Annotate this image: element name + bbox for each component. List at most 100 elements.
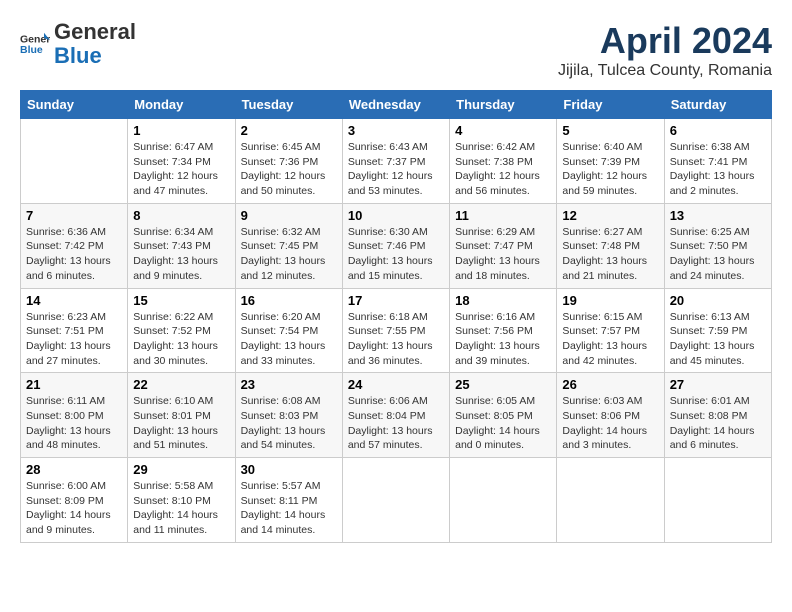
calendar-cell: 1Sunrise: 6:47 AM Sunset: 7:34 PM Daylig… (128, 119, 235, 204)
day-number: 19 (562, 293, 658, 308)
calendar-cell: 18 Sunrise: 6:16 AM Sunset: 7:56 PM Dayli… (450, 288, 557, 373)
day-detail: Sunrise: 6:45 AM Sunset: 7:36 PM Dayligh… (241, 140, 337, 199)
calendar-cell: 14Sunrise: 6:23 AM Sunset: 7:51 PM Dayli… (21, 288, 128, 373)
calendar-body: 1Sunrise: 6:47 AM Sunset: 7:34 PM Daylig… (21, 119, 772, 543)
day-number: 22 (133, 377, 229, 392)
day-detail: Sunrise: 6:22 AM Sunset: 7:52 PM Dayligh… (133, 310, 229, 369)
calendar-week-2: 7 Sunrise: 6:36 AM Sunset: 7:42 PM Daylig… (21, 203, 772, 288)
day-detail: Sunrise: 6:23 AM Sunset: 7:51 PM Dayligh… (26, 310, 122, 369)
calendar-cell: 20 Sunrise: 6:13 AM Sunset: 7:59 PM Dayli… (664, 288, 771, 373)
calendar-cell: 30Sunrise: 5:57 AM Sunset: 8:11 PM Dayli… (235, 458, 342, 543)
location: Jijila, Tulcea County, Romania (558, 62, 772, 80)
calendar-cell: 10 Sunrise: 6:30 AM Sunset: 7:46 PM Dayli… (342, 203, 449, 288)
calendar-cell: 2 Sunrise: 6:45 AM Sunset: 7:36 PM Daylig… (235, 119, 342, 204)
logo-icon: General Blue (20, 29, 50, 59)
day-number: 23 (241, 377, 337, 392)
calendar-cell: 24 Sunrise: 6:06 AM Sunset: 8:04 PM Dayli… (342, 373, 449, 458)
logo-blue-text: Blue (54, 43, 102, 68)
logo: General Blue General Blue (20, 20, 136, 68)
logo-general-text: General (54, 19, 136, 44)
day-number: 27 (670, 377, 766, 392)
day-number: 10 (348, 208, 444, 223)
day-detail: Sunrise: 6:36 AM Sunset: 7:42 PM Dayligh… (26, 225, 122, 284)
calendar-week-4: 21Sunrise: 6:11 AM Sunset: 8:00 PM Dayli… (21, 373, 772, 458)
calendar-cell: 13 Sunrise: 6:25 AM Sunset: 7:50 PM Dayli… (664, 203, 771, 288)
calendar-cell: 28Sunrise: 6:00 AM Sunset: 8:09 PM Dayli… (21, 458, 128, 543)
calendar-cell: 6 Sunrise: 6:38 AM Sunset: 7:41 PM Daylig… (664, 119, 771, 204)
calendar-table: SundayMondayTuesdayWednesdayThursdayFrid… (20, 90, 772, 543)
calendar-cell: 27 Sunrise: 6:01 AM Sunset: 8:08 PM Dayli… (664, 373, 771, 458)
day-detail: Sunrise: 6:20 AM Sunset: 7:54 PM Dayligh… (241, 310, 337, 369)
day-number: 4 (455, 123, 551, 138)
calendar-cell: 26Sunrise: 6:03 AM Sunset: 8:06 PM Dayli… (557, 373, 664, 458)
weekday-header-monday: Monday (128, 91, 235, 119)
calendar-header: SundayMondayTuesdayWednesdayThursdayFrid… (21, 91, 772, 119)
day-number: 29 (133, 462, 229, 477)
calendar-cell: 22 Sunrise: 6:10 AM Sunset: 8:01 PM Dayli… (128, 373, 235, 458)
day-number: 6 (670, 123, 766, 138)
day-number: 8 (133, 208, 229, 223)
calendar-cell (557, 458, 664, 543)
day-number: 7 (26, 208, 122, 223)
calendar-cell: 15 Sunrise: 6:22 AM Sunset: 7:52 PM Dayli… (128, 288, 235, 373)
day-detail: Sunrise: 6:01 AM Sunset: 8:08 PM Dayligh… (670, 394, 766, 453)
day-detail: Sunrise: 5:58 AM Sunset: 8:10 PM Dayligh… (133, 479, 229, 538)
calendar-cell: 25Sunrise: 6:05 AM Sunset: 8:05 PM Dayli… (450, 373, 557, 458)
day-number: 15 (133, 293, 229, 308)
calendar-cell (342, 458, 449, 543)
day-number: 20 (670, 293, 766, 308)
day-number: 1 (133, 123, 229, 138)
day-detail: Sunrise: 6:10 AM Sunset: 8:01 PM Dayligh… (133, 394, 229, 453)
calendar-cell: 3 Sunrise: 6:43 AM Sunset: 7:37 PM Daylig… (342, 119, 449, 204)
calendar-cell: 12 Sunrise: 6:27 AM Sunset: 7:48 PM Dayli… (557, 203, 664, 288)
calendar-cell (21, 119, 128, 204)
day-number: 12 (562, 208, 658, 223)
day-detail: Sunrise: 6:27 AM Sunset: 7:48 PM Dayligh… (562, 225, 658, 284)
day-detail: Sunrise: 6:25 AM Sunset: 7:50 PM Dayligh… (670, 225, 766, 284)
day-detail: Sunrise: 5:57 AM Sunset: 8:11 PM Dayligh… (241, 479, 337, 538)
weekday-header-thursday: Thursday (450, 91, 557, 119)
day-number: 17 (348, 293, 444, 308)
title-area: April 2024 Jijila, Tulcea County, Romani… (558, 20, 772, 80)
calendar-cell: 5Sunrise: 6:40 AM Sunset: 7:39 PM Daylig… (557, 119, 664, 204)
day-number: 25 (455, 377, 551, 392)
day-detail: Sunrise: 6:13 AM Sunset: 7:59 PM Dayligh… (670, 310, 766, 369)
day-detail: Sunrise: 6:06 AM Sunset: 8:04 PM Dayligh… (348, 394, 444, 453)
day-number: 11 (455, 208, 551, 223)
day-detail: Sunrise: 6:18 AM Sunset: 7:55 PM Dayligh… (348, 310, 444, 369)
weekday-header-tuesday: Tuesday (235, 91, 342, 119)
day-detail: Sunrise: 6:29 AM Sunset: 7:47 PM Dayligh… (455, 225, 551, 284)
logo-text: General Blue (54, 20, 136, 68)
calendar-cell: 17 Sunrise: 6:18 AM Sunset: 7:55 PM Dayli… (342, 288, 449, 373)
calendar-week-3: 14Sunrise: 6:23 AM Sunset: 7:51 PM Dayli… (21, 288, 772, 373)
day-number: 18 (455, 293, 551, 308)
weekday-header-wednesday: Wednesday (342, 91, 449, 119)
calendar-cell: 19Sunrise: 6:15 AM Sunset: 7:57 PM Dayli… (557, 288, 664, 373)
day-number: 9 (241, 208, 337, 223)
day-detail: Sunrise: 6:03 AM Sunset: 8:06 PM Dayligh… (562, 394, 658, 453)
calendar-cell: 11 Sunrise: 6:29 AM Sunset: 7:47 PM Dayli… (450, 203, 557, 288)
weekday-header-sunday: Sunday (21, 91, 128, 119)
day-detail: Sunrise: 6:42 AM Sunset: 7:38 PM Dayligh… (455, 140, 551, 199)
header: General Blue General Blue April 2024 Jij… (20, 20, 772, 80)
day-number: 2 (241, 123, 337, 138)
day-number: 3 (348, 123, 444, 138)
day-detail: Sunrise: 6:16 AM Sunset: 7:56 PM Dayligh… (455, 310, 551, 369)
svg-text:Blue: Blue (20, 44, 43, 56)
day-detail: Sunrise: 6:34 AM Sunset: 7:43 PM Dayligh… (133, 225, 229, 284)
day-number: 24 (348, 377, 444, 392)
day-number: 13 (670, 208, 766, 223)
day-detail: Sunrise: 6:43 AM Sunset: 7:37 PM Dayligh… (348, 140, 444, 199)
calendar-cell (450, 458, 557, 543)
day-detail: Sunrise: 6:11 AM Sunset: 8:00 PM Dayligh… (26, 394, 122, 453)
calendar-week-5: 28Sunrise: 6:00 AM Sunset: 8:09 PM Dayli… (21, 458, 772, 543)
calendar-cell: 29 Sunrise: 5:58 AM Sunset: 8:10 PM Dayli… (128, 458, 235, 543)
day-detail: Sunrise: 6:30 AM Sunset: 7:46 PM Dayligh… (348, 225, 444, 284)
day-detail: Sunrise: 6:32 AM Sunset: 7:45 PM Dayligh… (241, 225, 337, 284)
calendar-cell: 7 Sunrise: 6:36 AM Sunset: 7:42 PM Daylig… (21, 203, 128, 288)
day-detail: Sunrise: 6:38 AM Sunset: 7:41 PM Dayligh… (670, 140, 766, 199)
day-number: 28 (26, 462, 122, 477)
calendar-cell (664, 458, 771, 543)
weekday-header-saturday: Saturday (664, 91, 771, 119)
calendar-week-1: 1Sunrise: 6:47 AM Sunset: 7:34 PM Daylig… (21, 119, 772, 204)
